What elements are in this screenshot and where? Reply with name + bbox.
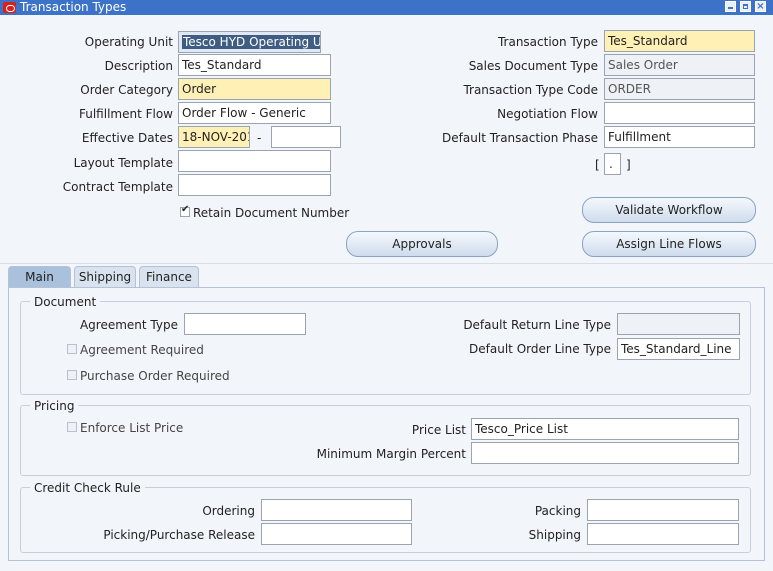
agreement-type-label: Agreement Type — [79, 318, 178, 332]
pricing-group-title: Pricing — [30, 399, 79, 413]
ordering-label: Ordering — [202, 504, 255, 518]
order-category-field[interactable]: Order — [178, 78, 331, 100]
date-separator: - — [257, 131, 262, 145]
contract-template-label: Contract Template — [62, 180, 173, 194]
window-titlebar: Transaction Types × — [0, 0, 773, 15]
agreement-required-label: Agreement Required — [80, 343, 204, 357]
price-list-field[interactable]: Tesco_Price List — [471, 418, 739, 440]
separator — [0, 263, 773, 264]
effective-date-to-field[interactable] — [271, 126, 341, 148]
po-required-label: Purchase Order Required — [80, 369, 230, 383]
min-margin-percent-label: Minimum Margin Percent — [316, 447, 466, 461]
negotiation-flow-label: Negotiation Flow — [497, 107, 598, 121]
transaction-type-code-label: Transaction Type Code — [463, 83, 598, 97]
pricing-group — [20, 405, 751, 476]
transaction-type-code-field[interactable]: ORDER — [604, 78, 755, 100]
default-transaction-phase-label: Default Transaction Phase — [442, 131, 598, 145]
shipping-label: Shipping — [528, 528, 581, 542]
document-group-title: Document — [30, 295, 101, 309]
default-return-line-type-label: Default Return Line Type — [463, 318, 611, 332]
transaction-type-label: Transaction Type — [497, 35, 598, 49]
packing-label: Packing — [534, 504, 581, 518]
credit-check-group-title: Credit Check Rule — [30, 481, 145, 495]
window-title: Transaction Types — [20, 0, 127, 14]
agreement-type-field[interactable] — [184, 313, 306, 335]
fulfillment-flow-label: Fulfillment Flow — [78, 107, 173, 121]
descriptive-flexfield[interactable]: . — [604, 153, 621, 175]
enforce-list-price-checkbox[interactable] — [67, 422, 77, 432]
tab-finance[interactable]: Finance — [139, 266, 199, 288]
default-return-line-type-field[interactable] — [617, 313, 740, 335]
sales-document-type-label: Sales Document Type — [468, 59, 598, 73]
tab-main[interactable]: Main — [8, 266, 71, 288]
picking-release-field[interactable] — [261, 523, 412, 545]
close-icon[interactable]: × — [755, 1, 766, 12]
packing-field[interactable] — [587, 499, 739, 521]
layout-template-label: Layout Template — [73, 156, 173, 170]
default-transaction-phase-field[interactable]: Fulfillment — [604, 126, 755, 148]
effective-date-from-field[interactable]: 18-NOV-201 — [178, 126, 250, 148]
effective-dates-label: Effective Dates — [81, 131, 173, 145]
operating-unit-field[interactable]: Tesco HYD Operating U — [178, 31, 321, 53]
ordering-field[interactable] — [261, 499, 412, 521]
order-category-label: Order Category — [80, 83, 173, 97]
po-required-checkbox[interactable] — [67, 370, 77, 380]
fulfillment-flow-field[interactable]: Order Flow - Generic — [178, 102, 331, 124]
description-label: Description — [104, 59, 173, 73]
negotiation-flow-field[interactable] — [604, 102, 755, 124]
transaction-type-field[interactable]: Tes_Standard — [604, 30, 755, 52]
assign-line-flows-button[interactable]: Assign Line Flows — [582, 231, 756, 257]
retain-doc-number-label: Retain Document Number — [193, 206, 350, 220]
default-order-line-type-field[interactable]: Tes_Standard_Line — [617, 338, 740, 360]
approvals-button[interactable]: Approvals — [346, 231, 498, 257]
validate-workflow-button[interactable]: Validate Workflow — [582, 197, 756, 223]
dff-close-bracket: ] — [626, 158, 631, 172]
contract-template-field[interactable] — [178, 174, 331, 196]
layout-template-field[interactable] — [178, 150, 331, 172]
tab-shipping[interactable]: Shipping — [74, 266, 136, 288]
sales-document-type-field[interactable]: Sales Order — [604, 54, 755, 76]
minimize-icon[interactable] — [725, 1, 736, 12]
operating-unit-label: Operating Unit — [84, 35, 173, 49]
description-field[interactable]: Tes_Standard — [178, 54, 331, 76]
min-margin-percent-field[interactable] — [471, 442, 739, 464]
picking-release-label: Picking/Purchase Release — [103, 528, 255, 542]
maximize-icon[interactable] — [740, 1, 751, 12]
oracle-logo-icon — [3, 2, 16, 13]
retain-doc-number-checkbox[interactable] — [180, 204, 190, 217]
enforce-list-price-label: Enforce List Price — [80, 421, 184, 435]
price-list-label: Price List — [411, 423, 466, 437]
dff-open-bracket: [ — [595, 158, 600, 172]
default-order-line-type-label: Default Order Line Type — [469, 342, 611, 356]
agreement-required-checkbox[interactable] — [67, 344, 77, 354]
shipping-field[interactable] — [587, 523, 739, 545]
